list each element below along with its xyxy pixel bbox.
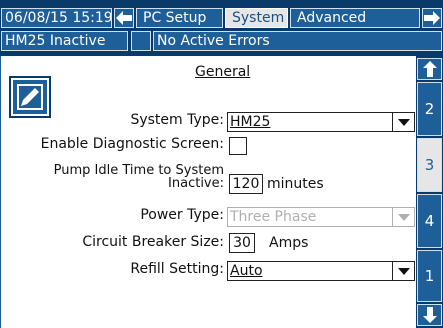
edit-button[interactable] [9,76,51,118]
top-navigation-bar: 06/08/15 15:19 PC Setup System Advanced … [0,0,443,56]
power-type-label: Power Type: [140,207,224,223]
idle-time-input[interactable]: 120 [229,174,263,194]
status-indicator [131,31,151,51]
system-status: HM25 Inactive [1,31,128,51]
tab-pc-setup[interactable]: PC Setup [136,8,223,28]
idle-time-unit: minutes [267,176,324,192]
section-title: General [195,64,251,80]
screen-tabs: 2 3 4 1 [416,56,443,328]
breaker-unit: Amps [269,235,309,251]
breaker-label: Circuit Breaker Size: [82,234,224,250]
screen-tab-3[interactable]: 3 [417,138,442,192]
diagnostic-label: Enable Diagnostic Screen: [40,136,224,152]
arrow-up-icon [422,61,437,77]
breaker-input[interactable]: 30 [229,233,255,253]
screen-tab-1[interactable]: 1 [417,250,442,302]
scroll-down-button[interactable] [417,304,442,326]
edit-pencil-icon [17,84,43,110]
nav-left-button[interactable] [114,8,134,28]
arrow-left-icon [116,11,132,25]
arrow-down-icon [422,307,437,323]
datetime-display: 06/08/15 15:19 [1,8,112,28]
tab-advanced[interactable]: Advanced [290,8,420,28]
refill-value: Auto [230,263,263,279]
power-type-value: Three Phase [230,209,317,225]
chevron-down-icon [392,113,414,131]
scroll-up-button[interactable] [417,58,442,80]
system-type-label: System Type: [130,112,224,128]
idle-time-label-line2: Inactive: [168,176,224,191]
refill-dropdown[interactable]: Auto [227,261,415,281]
error-status: No Active Errors [153,31,442,51]
arrow-right-icon [424,11,440,25]
chevron-down-icon [392,262,414,280]
refill-label: Refill Setting: [130,261,224,277]
settings-panel: General System Type: HM25 Enable Diagnos… [0,56,416,328]
system-type-value: HM25 [230,114,271,130]
diagnostic-checkbox[interactable] [229,137,247,155]
screen-tab-2[interactable]: 2 [417,82,442,136]
nav-right-button[interactable] [422,8,442,28]
tab-system[interactable]: System [225,8,288,28]
chevron-down-icon [392,208,414,226]
screen-tab-4[interactable]: 4 [417,194,442,248]
system-type-dropdown[interactable]: HM25 [227,112,415,132]
power-type-dropdown: Three Phase [227,207,415,227]
